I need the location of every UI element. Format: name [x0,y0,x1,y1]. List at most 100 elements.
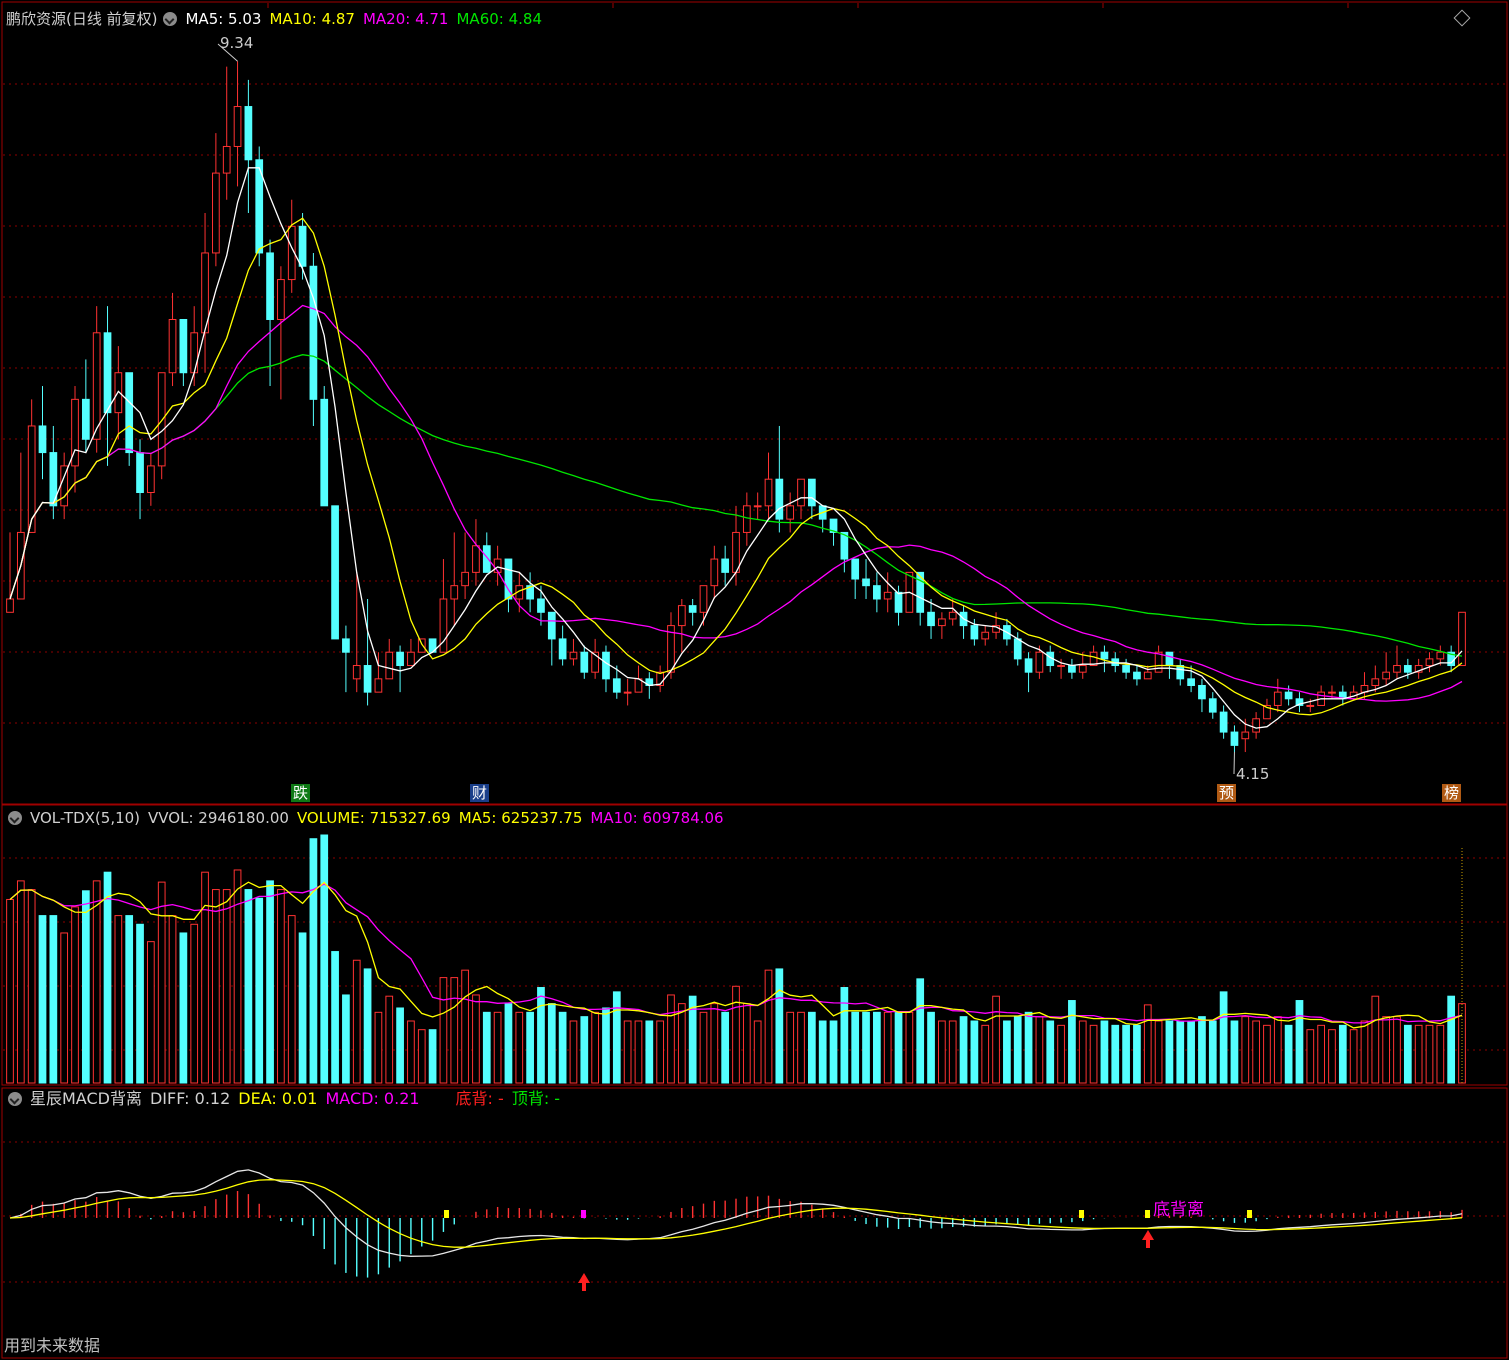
candle-body [1382,671,1391,680]
candle-body [450,585,459,600]
volume-bar [1089,1024,1098,1084]
dropdown-icon[interactable] [8,1092,22,1106]
candle-body [1328,691,1336,694]
candle-body [233,106,242,147]
volume-bar [136,923,144,1084]
volume-bar [504,1003,513,1084]
ma5-line [9,167,1463,729]
volume-bar [1338,1024,1347,1084]
volume-bar [905,1011,914,1084]
candle-body [81,398,90,440]
candle-body [157,372,166,467]
candle-body [721,558,730,573]
dea-value: DEA: 0.01 [238,1089,318,1108]
candle-body [363,665,372,693]
volume-bar [677,1003,686,1084]
volume-bar [92,880,101,1084]
volume-bar [981,1024,990,1084]
volume-bar [1057,1024,1065,1084]
volume-bar [60,932,69,1084]
macd-indicator-name[interactable]: 星辰MACD背离 [30,1089,142,1108]
volume-bar [1230,1020,1239,1084]
volume-bar [233,869,242,1084]
candle-body [331,505,339,640]
candle-body [948,611,957,620]
dropdown-icon[interactable] [8,811,22,825]
signal-marker [1079,1210,1084,1218]
volume-bar [645,1020,654,1084]
volume-bar [807,1011,816,1084]
signal-marker [581,1210,586,1218]
candle-body [894,591,903,613]
candle-body [190,332,199,374]
volume-bar [1393,1016,1401,1084]
candle-body [1284,691,1293,700]
volume-bar [1176,1020,1185,1084]
event-tag-ranking[interactable]: 榜 [1442,784,1462,802]
candle-body [1198,684,1206,700]
volume-bar [439,977,448,1084]
event-tag-fall[interactable]: 跌 [291,784,311,802]
volume-bar [201,871,209,1084]
volume-bar [1360,1020,1369,1084]
candle-body [342,638,350,653]
volume-value: VOLUME: 715327.69 [296,809,451,827]
volume-bar [212,889,220,1084]
volume-bar [38,915,47,1084]
candle-body [580,651,589,673]
vol-ma5-value: MA5: 625237.75 [458,809,583,827]
ma60-line [9,354,1463,657]
volume-bar [797,1011,805,1084]
volume-bar [385,995,394,1084]
footer-note: 用到未来数据 [4,1336,101,1355]
candle-body [602,651,610,680]
candle-body [1035,651,1044,673]
volume-bar [6,898,14,1084]
volume-bar [721,1011,730,1084]
candle-body [472,545,480,573]
volume-bar [959,1016,968,1084]
volume-bar [1241,1016,1250,1084]
volume-bar [1154,1020,1163,1084]
volume-bar [569,1020,578,1084]
event-tag-forecast[interactable]: 预 [1217,784,1237,802]
candle-body [1403,665,1412,673]
candle-body [1165,651,1174,667]
price-panel-header: 鹏欣资源(日线 前复权) MA5: 5.03 MA10: 4.87 MA20: 4.7… [6,9,550,29]
volume-bar [1414,1024,1423,1084]
candle-body [244,106,253,161]
candle-body [222,145,231,174]
volume-bar [537,987,545,1084]
event-tag-finance[interactable]: 财 [470,784,490,802]
candle-body [927,611,935,627]
volume-bar [764,969,773,1084]
volume-bar [103,871,112,1084]
vol-indicator-name[interactable]: VOL-TDX(5,10) [30,809,140,827]
volume-bar [818,1020,827,1084]
volume-bar [157,881,166,1084]
volume-bar [916,978,925,1084]
volume-bar [1263,1024,1271,1084]
volume-bar [222,889,231,1084]
volume-bar [1328,1029,1336,1084]
volume-bar [1143,1004,1152,1084]
candle-body [1393,665,1401,673]
bottom-divergence-value: 底背: - [455,1089,504,1108]
volume-bar [342,994,350,1084]
dropdown-icon[interactable] [163,12,178,26]
diff-value: DIFF: 0.12 [149,1089,231,1108]
candle-body [688,605,697,613]
volume-bar [1024,1011,1033,1084]
candle-body [970,625,979,640]
volume-bar [179,932,188,1084]
volume-bar [244,889,253,1084]
candle-body [1013,638,1022,660]
volume-bar [1447,995,1456,1084]
volume-bar [396,1007,404,1084]
candle-body [1219,711,1228,733]
ma20-value: MA20: 4.71 [362,10,449,28]
low-price-label: 4.15 [1236,765,1270,783]
volume-bar [71,906,79,1084]
signal-marker [1145,1210,1150,1218]
volume-bar [1068,1000,1076,1084]
